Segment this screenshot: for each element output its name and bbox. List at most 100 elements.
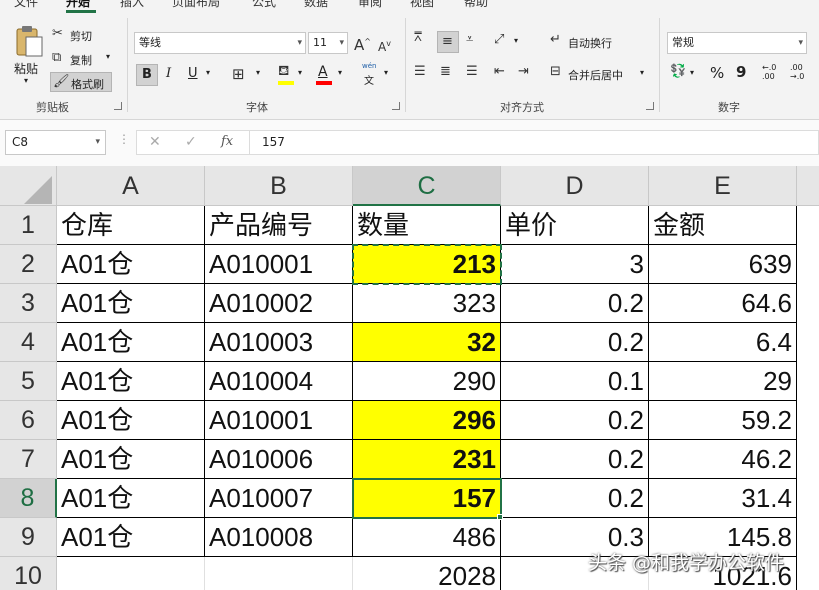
decrease-decimal-button[interactable]: .00 →.0 <box>790 63 804 81</box>
table-cell[interactable]: 0.2 <box>501 479 649 518</box>
table-cell[interactable]: 213 <box>353 245 501 284</box>
row-header[interactable]: 3 <box>0 284 57 323</box>
chevron-down-icon[interactable]: ▾ <box>338 68 342 77</box>
table-cell[interactable]: A01仓 <box>57 323 205 362</box>
table-cell[interactable]: A010004 <box>205 362 353 401</box>
table-cell[interactable]: A01仓 <box>57 401 205 440</box>
table-cell[interactable]: 0.2 <box>501 284 649 323</box>
tab-review[interactable]: 审阅 <box>358 0 382 10</box>
font-size-dropdown[interactable]: 11 ▾ <box>308 32 348 54</box>
tab-help[interactable]: 帮助 <box>464 0 488 10</box>
number-format-dropdown[interactable]: 常规 ▾ <box>667 32 807 54</box>
table-cell[interactable]: 0.1 <box>501 362 649 401</box>
chevron-down-icon[interactable]: ▾ <box>106 52 110 61</box>
fill-color-icon[interactable]: ⛾ <box>278 63 289 79</box>
table-cell[interactable]: 46.2 <box>649 440 797 479</box>
bold-button[interactable]: B <box>136 64 158 86</box>
tab-insert[interactable]: 插入 <box>120 0 144 10</box>
chevron-down-icon[interactable]: ▾ <box>690 68 694 77</box>
column-header-c[interactable]: C <box>353 166 501 206</box>
comma-style-button[interactable]: 9 <box>736 63 746 81</box>
table-cell[interactable]: 29 <box>649 362 797 401</box>
table-cell[interactable]: A010007 <box>205 479 353 518</box>
increase-decimal-button[interactable]: ←.0 .00 <box>762 63 776 81</box>
align-middle-button[interactable]: ≡ <box>437 31 459 53</box>
merge-center-button[interactable]: ⊟ 合并后居中 ▾ <box>550 64 654 84</box>
table-cell[interactable]: A010003 <box>205 323 353 362</box>
table-cell[interactable]: 486 <box>353 518 501 557</box>
table-cell[interactable]: 0.2 <box>501 440 649 479</box>
tab-view[interactable]: 视图 <box>410 0 434 10</box>
enter-icon[interactable]: ✓ <box>185 134 197 150</box>
column-f-area[interactable] <box>797 206 819 590</box>
table-cell[interactable]: A010001 <box>205 245 353 284</box>
wrap-text-button[interactable]: ↵ 自动换行 <box>550 32 630 52</box>
row-header[interactable]: 6 <box>0 401 57 440</box>
borders-icon[interactable]: ⊞ <box>232 66 245 82</box>
tab-home[interactable]: 开始 <box>66 0 90 10</box>
column-header-b[interactable]: B <box>205 166 353 206</box>
table-cell[interactable]: 单价 <box>501 206 649 245</box>
copy-button[interactable]: ⧉ 复制 ▾ <box>52 50 122 68</box>
table-cell[interactable]: 639 <box>649 245 797 284</box>
paste-button[interactable]: 粘贴 ▾ <box>10 24 48 86</box>
align-center-icon[interactable]: ≣ <box>440 64 451 80</box>
row-header[interactable]: 9 <box>0 518 57 557</box>
tab-formulas[interactable]: 公式 <box>252 0 276 10</box>
insert-function-icon[interactable]: fx <box>221 134 233 149</box>
align-top-icon[interactable]: ⩞ <box>414 30 422 46</box>
table-cell[interactable]: A01仓 <box>57 518 205 557</box>
align-bottom-icon[interactable]: ⩡ <box>466 32 473 48</box>
table-cell[interactable]: 290 <box>353 362 501 401</box>
row-header[interactable]: 2 <box>0 245 57 284</box>
underline-button[interactable]: U <box>188 66 198 81</box>
dialog-launcher-icon[interactable] <box>646 102 654 110</box>
accounting-format-icon[interactable]: 💱 <box>670 64 686 80</box>
total-cell[interactable]: 2028 <box>353 557 501 590</box>
italic-button[interactable]: I <box>166 66 171 81</box>
column-header-a[interactable]: A <box>57 166 205 206</box>
table-cell[interactable]: 296 <box>353 401 501 440</box>
table-cell[interactable]: 0.2 <box>501 323 649 362</box>
table-cell[interactable]: 金额 <box>649 206 797 245</box>
drag-handle-icon[interactable]: ⋮ <box>118 132 130 146</box>
table-cell[interactable]: A01仓 <box>57 479 205 518</box>
chevron-down-icon[interactable]: ▾ <box>206 68 210 77</box>
dialog-launcher-icon[interactable] <box>114 102 122 110</box>
tab-file[interactable]: 文件 <box>14 0 38 10</box>
table-cell[interactable]: A010002 <box>205 284 353 323</box>
fill-handle[interactable] <box>497 514 503 520</box>
font-color-icon[interactable]: A <box>318 64 328 80</box>
row-header[interactable]: 1 <box>0 206 57 245</box>
font-name-dropdown[interactable]: 等线 ▾ <box>134 32 306 54</box>
row-header[interactable]: 5 <box>0 362 57 401</box>
column-header-e[interactable]: E <box>649 166 797 206</box>
table-cell[interactable]: A01仓 <box>57 362 205 401</box>
table-cell[interactable]: A01仓 <box>57 245 205 284</box>
row-header[interactable]: 10 <box>0 557 57 590</box>
row-header[interactable]: 8 <box>0 479 57 518</box>
table-cell[interactable]: 31.4 <box>649 479 797 518</box>
column-header-d[interactable]: D <box>501 166 649 206</box>
table-cell[interactable]: 157 <box>353 479 501 518</box>
formula-input[interactable]: 157 <box>250 130 819 155</box>
table-cell[interactable]: 产品编号 <box>205 206 353 245</box>
chevron-down-icon[interactable]: ▾ <box>514 36 518 45</box>
table-cell[interactable]: A01仓 <box>57 440 205 479</box>
increase-indent-icon[interactable]: ⇥ <box>518 64 529 80</box>
table-cell[interactable]: 0.2 <box>501 401 649 440</box>
row-header[interactable]: 4 <box>0 323 57 362</box>
shrink-font-icon[interactable]: Av <box>378 36 391 55</box>
table-cell[interactable]: 数量 <box>353 206 501 245</box>
align-left-icon[interactable]: ☰ <box>414 64 426 80</box>
percent-style-button[interactable]: % <box>710 64 724 82</box>
table-cell[interactable]: A010008 <box>205 518 353 557</box>
cancel-icon[interactable]: ✕ <box>149 134 161 150</box>
format-painter-button[interactable]: 🖌 格式刷 <box>50 72 112 92</box>
table-cell[interactable]: 59.2 <box>649 401 797 440</box>
name-box[interactable]: C8 ▾ <box>5 130 106 155</box>
grow-font-icon[interactable]: A^ <box>354 34 371 53</box>
align-right-icon[interactable]: ☰ <box>466 64 478 80</box>
phonetic-guide-icon[interactable]: wén <box>362 62 376 70</box>
table-cell[interactable] <box>205 557 353 590</box>
